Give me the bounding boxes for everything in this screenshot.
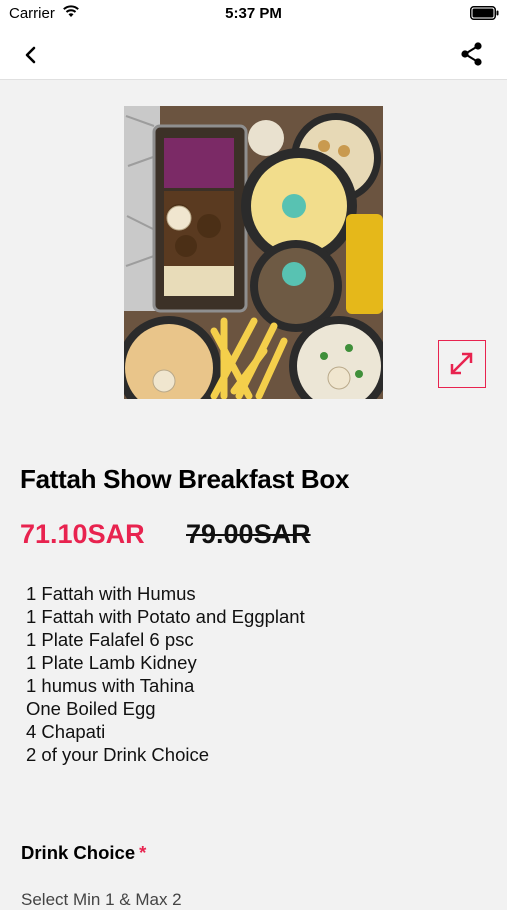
battery-icon	[470, 6, 499, 20]
expand-arrows-icon	[450, 352, 473, 375]
list-item: 2 of your Drink Choice	[26, 744, 210, 765]
status-bar: Carrier 5:37 PM	[0, 0, 507, 30]
clock-label: 5:37 PM	[225, 5, 282, 22]
required-asterisk: *	[139, 842, 147, 863]
selection-limit-note: Select Min 1 & Max 2	[21, 890, 182, 909]
list-item: 1 Fattah with Potato and Eggplant	[26, 606, 305, 627]
list-item: 1 Plate Falafel 6 psc	[26, 629, 194, 650]
drink-choice-label: Drink Choice	[21, 842, 136, 863]
drink-choice-heading: Drink Choice *	[21, 842, 146, 864]
current-price: 71.10SAR	[20, 519, 145, 549]
navigation-bar	[0, 30, 507, 80]
product-image[interactable]	[124, 106, 383, 399]
expand-image-button[interactable]	[438, 340, 486, 388]
original-price: 79.00SAR	[186, 519, 311, 549]
list-item: 1 Fattah with Humus	[26, 583, 196, 604]
list-item: 1 Plate Lamb Kidney	[26, 652, 197, 673]
list-item: 4 Chapati	[26, 721, 106, 742]
product-contents-list: 1 Fattah with Humus 1 Fattah with Potato…	[26, 582, 305, 766]
share-icon[interactable]	[458, 40, 486, 68]
list-item: 1 humus with Tahina	[26, 675, 195, 696]
list-item: One Boiled Egg	[26, 698, 156, 719]
back-chevron-icon[interactable]	[18, 42, 44, 68]
food-box-illustration	[124, 106, 383, 399]
product-title: Fattah Show Breakfast Box	[20, 464, 350, 494]
